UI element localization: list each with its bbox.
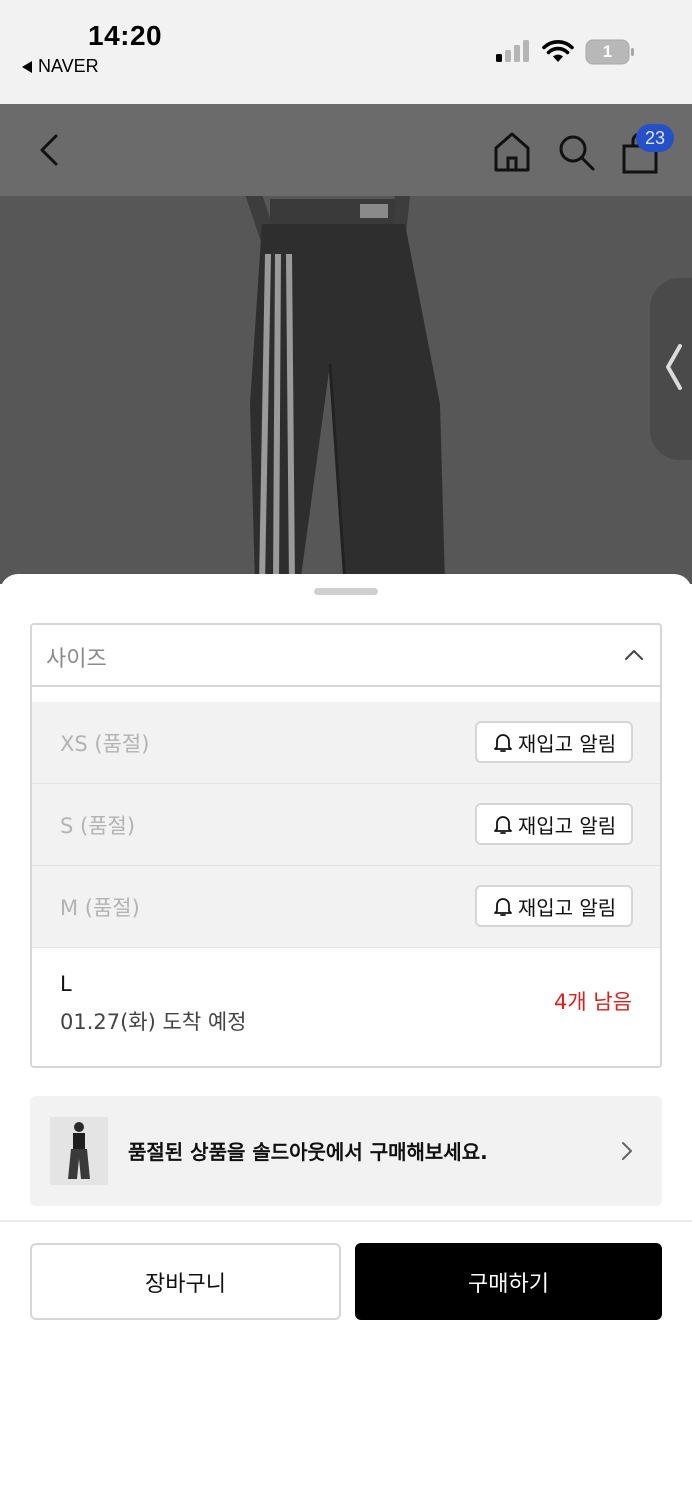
cart-count-badge: 23 <box>636 124 674 152</box>
restock-alert-button-xs[interactable]: 재입고 알림 <box>475 721 633 763</box>
size-option-s: S (품절) 재입고 알림 <box>32 784 660 866</box>
back-to-app-link[interactable]: NAVER <box>22 56 99 77</box>
bell-icon <box>493 816 512 834</box>
sheet-drag-handle[interactable] <box>314 588 378 595</box>
size-dropdown-header[interactable]: 사이즈 <box>32 625 660 687</box>
soldout-thumbnail <box>50 1117 108 1185</box>
add-to-cart-button[interactable]: 장바구니 <box>30 1243 341 1320</box>
size-option-xs: XS (품절) 재입고 알림 <box>32 702 660 784</box>
size-option-label: XS (품절) <box>60 732 150 756</box>
status-bar: 14:20 NAVER 1 <box>0 0 692 104</box>
home-icon[interactable] <box>492 130 532 174</box>
delivery-eta: 01.27(화) 도착 예정 <box>60 1010 247 1034</box>
size-option-label: L <box>60 972 72 996</box>
size-option-label: S (품절) <box>60 814 136 838</box>
size-dropdown-label: 사이즈 <box>46 647 107 672</box>
side-panel-tab[interactable] <box>650 278 692 460</box>
size-option-l[interactable]: L 01.27(화) 도착 예정 4개 남음 <box>32 948 660 1066</box>
soldout-promo-text: 품절된 상품을 솔드아웃에서 구매해보세요. <box>128 1140 488 1164</box>
battery-icon: 1 <box>585 39 635 65</box>
restock-alert-button-s[interactable]: 재입고 알림 <box>475 803 633 845</box>
stock-remaining: 4개 남음 <box>554 990 632 1014</box>
back-chevron-icon[interactable] <box>32 130 72 170</box>
back-app-label: NAVER <box>38 56 99 76</box>
bell-icon <box>493 734 512 752</box>
top-navigation: 23 <box>0 104 692 196</box>
restock-alert-label: 재입고 알림 <box>517 731 617 756</box>
size-option-label: M (품절) <box>60 896 140 920</box>
battery-level: 1 <box>602 42 613 61</box>
back-triangle-icon <box>22 60 32 73</box>
restock-alert-label: 재입고 알림 <box>517 895 617 920</box>
chevron-right-icon <box>622 1142 632 1160</box>
chevron-up-icon <box>625 650 643 660</box>
soldout-promo-banner[interactable]: 품절된 상품을 솔드아웃에서 구매해보세요. <box>30 1096 662 1206</box>
option-bottom-sheet: 사이즈 XS (품절) 재입고 알림 S (품절) 재입고 알림 M (품절) … <box>0 574 692 1500</box>
size-dropdown: 사이즈 XS (품절) 재입고 알림 S (품절) 재입고 알림 M (품절) … <box>30 623 662 1068</box>
section-divider <box>0 1220 692 1222</box>
status-time: 14:20 <box>88 20 163 51</box>
restock-alert-button-m[interactable]: 재입고 알림 <box>475 885 633 927</box>
cellular-signal-icon <box>496 40 529 62</box>
chevron-left-icon <box>666 344 682 390</box>
buy-now-button[interactable]: 구매하기 <box>355 1243 662 1320</box>
bell-icon <box>493 898 512 916</box>
search-icon[interactable] <box>556 132 596 172</box>
size-option-m: M (품절) 재입고 알림 <box>32 866 660 948</box>
wifi-icon <box>542 40 574 62</box>
restock-alert-label: 재입고 알림 <box>517 813 617 838</box>
